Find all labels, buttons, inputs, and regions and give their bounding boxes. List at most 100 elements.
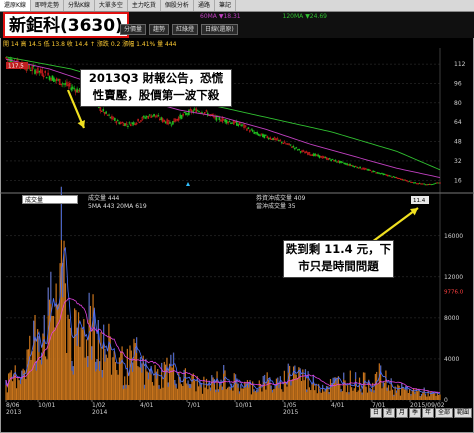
- candle-body: [280, 141, 283, 144]
- volume-bar-accent: [420, 394, 423, 396]
- volume-bar-accent: [175, 383, 177, 388]
- range-button-0[interactable]: 日: [369, 408, 382, 418]
- x-tick-label: 4/01: [140, 402, 154, 409]
- volume-bar: [54, 327, 56, 400]
- candle-body: [378, 172, 380, 174]
- volume-bar: [311, 383, 313, 400]
- candle-body: [259, 134, 261, 136]
- candle-body: [339, 160, 341, 164]
- volume-bar: [244, 381, 246, 400]
- volume-bar: [17, 377, 19, 400]
- candle-body: [164, 121, 167, 124]
- volume-bar: [303, 380, 305, 400]
- candle-body: [331, 158, 334, 160]
- candle-body: [262, 133, 264, 138]
- candle-body: [70, 87, 73, 91]
- candle-body: [292, 146, 295, 148]
- volume-bar-accent: [87, 356, 89, 368]
- candle-body: [170, 124, 173, 126]
- volume-bar: [411, 390, 413, 400]
- volume-tick-label: 0: [444, 397, 448, 404]
- range-button-1[interactable]: 週: [382, 408, 395, 418]
- volume-bar: [153, 385, 155, 400]
- volume-bar: [186, 383, 188, 400]
- callout-line: 跌到剩 11.4 元，下: [285, 242, 392, 256]
- volume-bar: [347, 385, 349, 400]
- volume-bar: [55, 283, 57, 400]
- volume-bar: [126, 348, 128, 400]
- volume-bar: [389, 390, 391, 400]
- candle-body: [415, 183, 418, 185]
- volume-bar: [366, 392, 369, 400]
- x-tick-label: 1/05: [283, 402, 297, 409]
- volume-bar-accent: [155, 371, 157, 379]
- volume-bar: [29, 335, 31, 400]
- volume-bar: [168, 363, 171, 400]
- volume-bar-accent: [354, 372, 357, 380]
- range-button-4[interactable]: 年: [421, 408, 434, 418]
- chart-markers: 117.5 11.4 9776.0: [6, 62, 464, 296]
- candle-body: [127, 125, 129, 127]
- volume-bar: [283, 370, 285, 400]
- range-button-6[interactable]: 範圍: [453, 408, 472, 418]
- candle-body: [427, 184, 430, 186]
- candle-body: [389, 175, 392, 177]
- volume-bar: [352, 390, 354, 400]
- range-button-5[interactable]: 全部: [434, 408, 453, 418]
- volume-marker-label: 9776.0: [444, 290, 464, 296]
- volume-bar: [356, 392, 358, 400]
- volume-bar: [323, 391, 325, 400]
- volume-bar-accent: [104, 348, 106, 362]
- x-tick-label: 10/01: [38, 402, 55, 409]
- callout-arrows: [66, 89, 419, 243]
- candle-body: [198, 111, 200, 113]
- volume-bar: [298, 367, 300, 400]
- candle-body: [196, 110, 199, 112]
- volume-bar-accent: [174, 379, 176, 385]
- candle-body: [63, 83, 65, 85]
- volume-bar: [407, 392, 409, 400]
- candle-body: [289, 144, 292, 146]
- volume-bar: [113, 351, 115, 400]
- candle-body: [73, 88, 76, 90]
- candle-body: [180, 115, 183, 119]
- volume-bar: [399, 395, 402, 400]
- range-button-3[interactable]: 季: [408, 408, 421, 418]
- candle-body: [423, 183, 425, 185]
- price-tick-label: 16: [454, 177, 462, 184]
- volume-bar: [402, 387, 404, 400]
- volume-bar: [275, 378, 278, 400]
- candle-body: [45, 76, 48, 79]
- volume-bar-accent: [229, 386, 231, 390]
- candle-body: [434, 182, 437, 184]
- volume-bar-accent: [158, 385, 160, 389]
- volume-bar: [320, 392, 322, 400]
- volume-bar: [51, 315, 53, 400]
- volume-bar: [241, 388, 243, 400]
- volume-bar: [157, 369, 159, 400]
- candle-body: [388, 175, 390, 177]
- volume-bar: [242, 388, 245, 400]
- candle-body: [105, 111, 107, 114]
- volume-bar: [114, 362, 117, 400]
- volume-bar: [162, 387, 164, 400]
- candle-body: [355, 165, 357, 167]
- candle-body: [330, 159, 332, 162]
- volume-bar-accent: [319, 388, 321, 392]
- volume-bar-accent: [187, 380, 189, 386]
- volume-bar: [308, 387, 311, 400]
- volume-bar-accent: [257, 389, 259, 392]
- volume-indicator-select[interactable]: 成交量: [22, 195, 78, 204]
- candle-body: [32, 65, 35, 67]
- volume-bar: [383, 382, 386, 400]
- volume-bar: [265, 389, 267, 400]
- volume-bar: [75, 310, 77, 400]
- candle-body: [247, 127, 250, 130]
- volume-bar: [85, 339, 88, 400]
- candle-body: [218, 117, 221, 121]
- range-button-2[interactable]: 月: [395, 408, 408, 418]
- candle-body: [34, 69, 36, 74]
- volume-bar-accent: [343, 372, 345, 380]
- candle-body: [118, 122, 121, 125]
- volume-bar-accent: [167, 382, 169, 387]
